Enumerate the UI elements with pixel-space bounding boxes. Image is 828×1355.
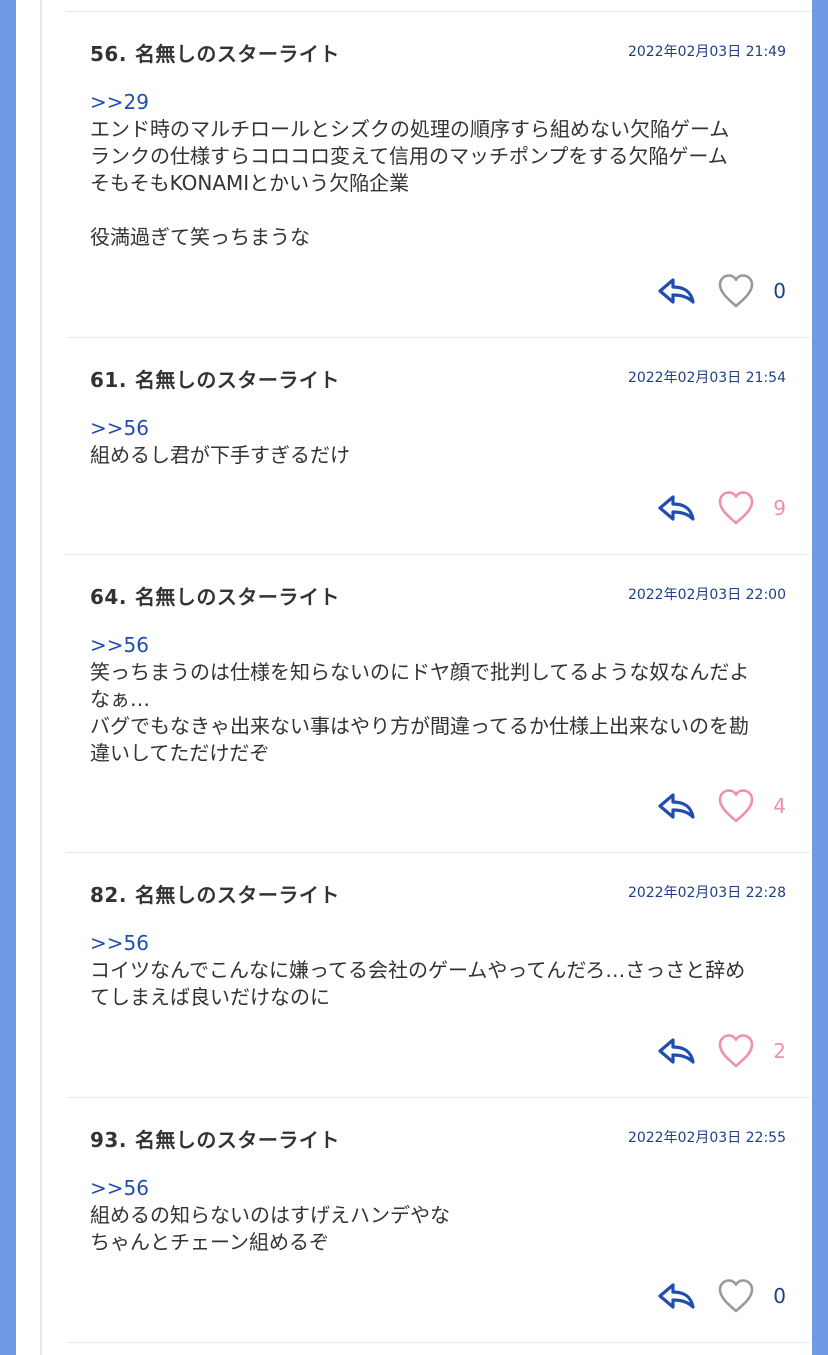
column-border bbox=[40, 0, 42, 1355]
post-date: 2022年02月03日 22:00 bbox=[627, 587, 786, 603]
post-date: 2022年02月03日 21:49 bbox=[627, 44, 786, 60]
post-author: 56. 名無しのスターライト bbox=[90, 38, 340, 67]
post-author: 61. 名無しのスターライト bbox=[90, 364, 340, 393]
post-text-line bbox=[90, 197, 786, 224]
post-text-line: なぁ… bbox=[90, 687, 150, 711]
post-date: 2022年02月03日 22:55 bbox=[627, 1130, 786, 1146]
reply-icon[interactable] bbox=[656, 1276, 696, 1316]
post-actions: 0 bbox=[656, 1276, 786, 1316]
post-item: 93. 名無しのスターライト 2022年02月03日 22:55 >>56 組める… bbox=[66, 1098, 810, 1343]
post-number: 93. bbox=[90, 1128, 127, 1152]
post-text-line: 組めるの知らないのはすげえハンデやな bbox=[90, 1203, 450, 1227]
reply-anchor-link[interactable]: >>56 bbox=[90, 632, 786, 659]
post-text-line: コイツなんでこんなに嫌ってる会社のゲームやってんだろ…さっさと辞め bbox=[90, 958, 746, 982]
heart-icon[interactable] bbox=[716, 488, 756, 528]
author-name: 名無しのスターライト bbox=[134, 42, 340, 66]
author-name: 名無しのスターライト bbox=[134, 368, 340, 392]
post-author: 64. 名無しのスターライト bbox=[90, 581, 340, 610]
reply-icon[interactable] bbox=[656, 271, 696, 311]
post-header: 56. 名無しのスターライト 2022年02月03日 21:49 bbox=[90, 38, 786, 67]
post-number: 56. bbox=[90, 42, 127, 66]
post-item: 61. 名無しのスターライト 2022年02月03日 21:54 >>56 組める… bbox=[66, 338, 810, 555]
heart-icon[interactable] bbox=[716, 1276, 756, 1316]
post-number: 82. bbox=[90, 883, 127, 907]
post-actions: 2 bbox=[656, 1031, 786, 1071]
post-text-line: エンド時のマルチロールとシズクの処理の順序すら組めない欠陥ゲーム bbox=[90, 117, 730, 141]
author-name: 名無しのスターライト bbox=[134, 883, 340, 907]
post-text-line: バグでもなきゃ出来ない事はやり方が間違ってるか仕様上出来ないのを勘 bbox=[90, 714, 749, 738]
like-count: 4 bbox=[773, 794, 786, 818]
post-header: 82. 名無しのスターライト 2022年02月03日 22:28 bbox=[90, 879, 786, 908]
post-body: >>56 組めるし君が下手すぎるだけ bbox=[90, 415, 786, 469]
reply-anchor-link[interactable]: >>56 bbox=[90, 930, 786, 957]
post-date: 2022年02月03日 21:54 bbox=[627, 370, 786, 386]
like-count: 2 bbox=[773, 1039, 786, 1063]
post-text-line: 笑っちまうのは仕様を知らないのにドヤ顔で批判してるような奴なんだよ bbox=[90, 660, 750, 684]
post-text-line: そもそもKONAMIとかいう欠陥企業 bbox=[90, 171, 410, 195]
reply-anchor-link[interactable]: >>29 bbox=[90, 89, 786, 116]
like-count: 0 bbox=[773, 1284, 786, 1308]
post-number: 61. bbox=[90, 368, 127, 392]
post-text-line: 組めるし君が下手すぎるだけ bbox=[90, 443, 350, 467]
post-header: 61. 名無しのスターライト 2022年02月03日 21:54 bbox=[90, 364, 786, 393]
heart-icon[interactable] bbox=[716, 786, 756, 826]
author-name: 名無しのスターライト bbox=[134, 585, 340, 609]
reply-anchor-link[interactable]: >>56 bbox=[90, 415, 786, 442]
post-header: 64. 名無しのスターライト 2022年02月03日 22:00 bbox=[90, 581, 786, 610]
post-text-line: ちゃんとチェーン組めるぞ bbox=[90, 1230, 329, 1254]
post-item: 82. 名無しのスターライト 2022年02月03日 22:28 >>56 コイツ… bbox=[66, 853, 810, 1098]
reply-icon[interactable] bbox=[656, 1031, 696, 1071]
post-date: 2022年02月03日 22:28 bbox=[627, 885, 786, 901]
post-header: 93. 名無しのスターライト 2022年02月03日 22:55 bbox=[90, 1124, 786, 1153]
post-text-line: てしまえば良いだけなのに bbox=[90, 985, 330, 1009]
heart-icon[interactable] bbox=[716, 271, 756, 311]
post-text-line: 違いしてただけだぞ bbox=[90, 741, 270, 765]
post-text-line: ランクの仕様すらコロコロ変えて信用のマッチポンプをする欠陥ゲーム bbox=[90, 144, 728, 168]
heart-icon[interactable] bbox=[716, 1031, 756, 1071]
post-item: 64. 名無しのスターライト 2022年02月03日 22:00 >>56 笑っち… bbox=[66, 555, 810, 853]
post-actions: 4 bbox=[656, 786, 786, 826]
post-body: >>56 コイツなんでこんなに嫌ってる会社のゲームやってんだろ…さっさと辞め てし… bbox=[90, 930, 786, 1011]
post-body: >>56 笑っちまうのは仕様を知らないのにドヤ顔で批判してるような奴なんだよ なぁ… bbox=[90, 632, 786, 767]
post-body: >>29 エンド時のマルチロールとシズクの処理の順序すら組めない欠陥ゲーム ランク… bbox=[90, 89, 786, 251]
post-text-line: 役満過ぎて笑っちまうな bbox=[90, 225, 310, 249]
post-actions: 0 bbox=[656, 271, 786, 311]
like-count: 0 bbox=[773, 279, 786, 303]
post-author: 82. 名無しのスターライト bbox=[90, 879, 340, 908]
post-number: 64. bbox=[90, 585, 127, 609]
like-count: 9 bbox=[773, 496, 786, 520]
post-body: >>56 組めるの知らないのはすげえハンデやな ちゃんとチェーン組めるぞ bbox=[90, 1175, 786, 1256]
reply-anchor-link[interactable]: >>56 bbox=[90, 1175, 786, 1202]
reply-icon[interactable] bbox=[656, 786, 696, 826]
thread-page: 56. 名無しのスターライト 2022年02月03日 21:49 >>29 エンド… bbox=[16, 0, 812, 1355]
post-item: 56. 名無しのスターライト 2022年02月03日 21:49 >>29 エンド… bbox=[66, 12, 810, 338]
author-name: 名無しのスターライト bbox=[134, 1128, 340, 1152]
reply-icon[interactable] bbox=[656, 488, 696, 528]
post-author: 93. 名無しのスターライト bbox=[90, 1124, 340, 1153]
post-actions: 9 bbox=[656, 488, 786, 528]
